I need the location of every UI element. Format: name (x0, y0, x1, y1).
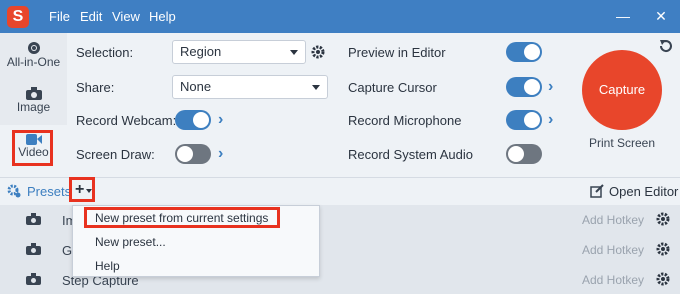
video-highlight-box (12, 130, 53, 166)
selection-dropdown[interactable]: Region (172, 40, 306, 64)
preview-in-editor-toggle[interactable] (506, 42, 542, 62)
all-in-one-icon (27, 42, 40, 54)
record-microphone-toggle[interactable] (506, 110, 542, 130)
title-bar: S File Edit View Help — ✕ (0, 0, 680, 33)
camera-icon (25, 87, 42, 100)
share-dropdown[interactable]: None (172, 75, 328, 99)
menu-edit[interactable]: Edit (80, 9, 102, 24)
menu-help[interactable]: Help (149, 9, 176, 24)
mode-image-label: Image (16, 100, 51, 114)
record-webcam-label: Record Webcam: (76, 113, 177, 128)
gear-icon[interactable] (656, 212, 670, 226)
gear-icon[interactable] (656, 272, 670, 286)
new-preset-highlight-box (84, 207, 280, 228)
mode-all-in-one[interactable]: All-in-One (0, 33, 67, 77)
mode-image[interactable]: Image (0, 77, 67, 125)
mode-all-in-one-label: All-in-One (6, 55, 61, 69)
camera-icon (26, 243, 41, 255)
edit-icon (590, 184, 604, 198)
add-hotkey-button[interactable]: Add Hotkey (582, 243, 644, 257)
snagit-logo-icon: S (7, 6, 29, 28)
menu-view[interactable]: View (112, 9, 140, 24)
chevron-down-icon (312, 85, 320, 90)
share-value: None (180, 79, 212, 94)
presets-label[interactable]: Presets (27, 184, 71, 199)
capture-cursor-label: Capture Cursor (348, 80, 437, 95)
open-editor-button[interactable]: Open Editor (609, 184, 678, 199)
chevron-right-icon[interactable]: › (548, 79, 560, 95)
reset-icon[interactable] (657, 37, 675, 55)
presets-bar: Presets + Open Editor (0, 177, 680, 205)
screen-draw-toggle[interactable] (175, 144, 211, 164)
gear-icon[interactable] (656, 242, 670, 256)
record-microphone-label: Record Microphone (348, 113, 462, 128)
add-hotkey-button[interactable]: Add Hotkey (582, 213, 644, 227)
close-button[interactable]: ✕ (646, 4, 676, 28)
camera-icon (26, 213, 41, 225)
record-system-audio-label: Record System Audio (348, 147, 474, 162)
capture-hotkey-label: Print Screen (588, 136, 656, 150)
share-label: Share: (76, 80, 115, 95)
chevron-right-icon[interactable]: › (218, 146, 230, 162)
presets-gear-icon (7, 184, 21, 198)
record-system-audio-toggle[interactable] (506, 144, 542, 164)
chevron-right-icon[interactable]: › (218, 112, 230, 128)
capture-button[interactable]: Capture (582, 50, 662, 130)
capture-cursor-toggle[interactable] (506, 77, 542, 97)
selection-value: Region (180, 44, 222, 59)
preview-in-editor-label: Preview in Editor (348, 45, 446, 60)
record-webcam-toggle[interactable] (175, 110, 211, 130)
camera-icon (26, 273, 41, 285)
selection-label: Selection: (76, 45, 134, 60)
menu-item-new-preset[interactable]: New preset... (95, 235, 166, 249)
menu-item-help[interactable]: Help (95, 259, 120, 273)
chevron-down-icon (290, 50, 298, 55)
minimize-button[interactable]: — (608, 4, 638, 28)
add-hotkey-button[interactable]: Add Hotkey (582, 273, 644, 287)
chevron-right-icon[interactable]: › (548, 112, 560, 128)
screen-draw-label: Screen Draw: (76, 147, 155, 162)
menu-file[interactable]: File (49, 9, 70, 24)
gear-icon[interactable] (311, 45, 325, 59)
add-preset-highlight-box (69, 177, 95, 202)
